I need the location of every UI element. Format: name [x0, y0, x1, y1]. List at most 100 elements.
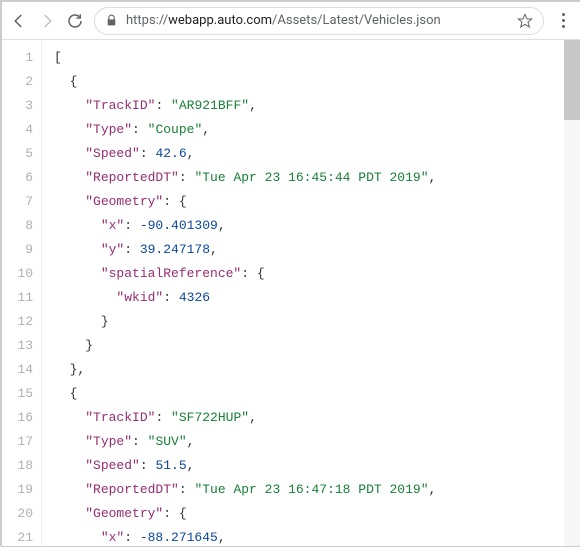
line-number: 16: [2, 406, 33, 430]
back-button[interactable]: [10, 12, 28, 30]
line-number: 17: [2, 430, 33, 454]
json-punct: ,: [429, 482, 437, 497]
json-punct: ,: [187, 146, 195, 161]
line-number: 7: [2, 190, 33, 214]
json-punct: :: [124, 530, 140, 545]
json-num: -88.271645: [140, 530, 218, 545]
line-number: 2: [2, 70, 33, 94]
code-line: "x": -90.401309,: [54, 214, 580, 238]
json-punct: ,: [429, 170, 437, 185]
line-number: 15: [2, 382, 33, 406]
json-punct: : {: [163, 506, 186, 521]
json-str: "Tue Apr 23 16:45:44 PDT 2019": [194, 170, 428, 185]
code-line: "Speed": 51.5,: [54, 454, 580, 478]
code-line: "ReportedDT": "Tue Apr 23 16:45:44 PDT 2…: [54, 166, 580, 190]
json-str: "SUV": [148, 434, 187, 449]
line-number: 11: [2, 286, 33, 310]
line-number: 19: [2, 478, 33, 502]
json-num: 4326: [179, 290, 210, 305]
code-line: "ReportedDT": "Tue Apr 23 16:47:18 PDT 2…: [54, 478, 580, 502]
code-line: }: [54, 334, 580, 358]
json-punct: :: [124, 218, 140, 233]
code-line: "x": -88.271645,: [54, 526, 580, 546]
browser-toolbar: https://webapp.auto.com/Assets/Latest/Ve…: [2, 2, 580, 40]
address-bar[interactable]: https://webapp.auto.com/Assets/Latest/Ve…: [94, 7, 544, 35]
json-punct: }: [101, 314, 109, 329]
scrollbar-track[interactable]: [564, 40, 580, 546]
line-number: 6: [2, 166, 33, 190]
code-line: "Geometry": {: [54, 502, 580, 526]
reload-button[interactable]: [66, 12, 84, 30]
json-punct: : {: [163, 194, 186, 209]
code-line: "y": 39.247178,: [54, 238, 580, 262]
code-line: [: [54, 46, 580, 70]
code-line: {: [54, 70, 580, 94]
json-punct: :: [179, 482, 195, 497]
line-number: 20: [2, 502, 33, 526]
json-punct: ,: [218, 218, 226, 233]
line-number: 5: [2, 142, 33, 166]
json-punct: {: [70, 386, 78, 401]
code-line: "TrackID": "AR921BFF",: [54, 94, 580, 118]
line-number: 14: [2, 358, 33, 382]
json-punct: :: [163, 290, 179, 305]
line-number: 1: [2, 46, 33, 70]
json-str: "AR921BFF": [171, 98, 249, 113]
json-key: "Geometry": [85, 194, 163, 209]
json-num: -90.401309: [140, 218, 218, 233]
json-punct: {: [70, 74, 78, 89]
code-line: }: [54, 310, 580, 334]
bookmark-star-icon[interactable]: [517, 13, 533, 29]
line-number: 13: [2, 334, 33, 358]
json-punct: ,: [218, 530, 226, 545]
code-line: "Type": "Coupe",: [54, 118, 580, 142]
json-punct: },: [70, 362, 86, 377]
json-punct: ,: [187, 458, 195, 473]
json-num: 42.6: [155, 146, 186, 161]
line-number: 3: [2, 94, 33, 118]
json-str: "Tue Apr 23 16:47:18 PDT 2019": [194, 482, 428, 497]
line-number: 18: [2, 454, 33, 478]
json-key: "Speed": [85, 146, 140, 161]
line-number: 4: [2, 118, 33, 142]
forward-button[interactable]: [38, 12, 56, 30]
line-number: 10: [2, 262, 33, 286]
json-key: "Speed": [85, 458, 140, 473]
json-viewer: 123456789101112131415161718192021 [ { "T…: [2, 40, 580, 546]
json-punct: ,: [202, 122, 210, 137]
json-key: "wkid": [116, 290, 163, 305]
json-key: "TrackID": [85, 410, 155, 425]
json-punct: ,: [187, 434, 195, 449]
json-punct: : {: [241, 266, 264, 281]
line-number: 12: [2, 310, 33, 334]
json-punct: ,: [249, 98, 257, 113]
json-punct: :: [140, 146, 156, 161]
browser-menu-button[interactable]: [554, 13, 572, 28]
json-key: "TrackID": [85, 98, 155, 113]
code-line: "wkid": 4326: [54, 286, 580, 310]
json-punct: :: [132, 122, 148, 137]
code-line: "spatialReference": {: [54, 262, 580, 286]
json-str: "SF722HUP": [171, 410, 249, 425]
json-key: "x": [101, 218, 124, 233]
json-key: "Type": [85, 122, 132, 137]
code-line: {: [54, 382, 580, 406]
json-punct: }: [85, 338, 93, 353]
url-text: https://webapp.auto.com/Assets/Latest/Ve…: [126, 13, 509, 28]
scrollbar-thumb[interactable]: [564, 40, 580, 120]
json-punct: :: [155, 410, 171, 425]
json-key: "x": [101, 530, 124, 545]
json-punct: :: [132, 434, 148, 449]
json-punct: ,: [249, 410, 257, 425]
code-line: },: [54, 358, 580, 382]
code-line: "Speed": 42.6,: [54, 142, 580, 166]
json-code-area[interactable]: [ { "TrackID": "AR921BFF", "Type": "Coup…: [42, 40, 580, 546]
json-key: "spatialReference": [101, 266, 241, 281]
json-num: 39.247178: [140, 242, 210, 257]
json-punct: ,: [210, 242, 218, 257]
code-line: "Type": "SUV",: [54, 430, 580, 454]
line-number: 8: [2, 214, 33, 238]
code-line: "Geometry": {: [54, 190, 580, 214]
lock-icon: [105, 14, 118, 27]
json-key: "ReportedDT": [85, 482, 179, 497]
